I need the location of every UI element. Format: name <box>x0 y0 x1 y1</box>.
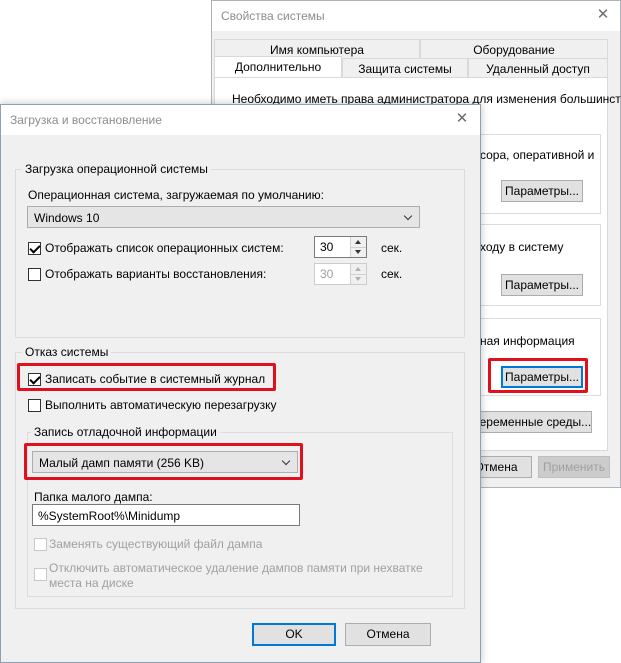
system-properties-titlebar: Свойства системы ✕ <box>212 1 620 31</box>
cancel-button[interactable]: Отмена <box>345 623 431 646</box>
show-os-list-seconds-value: 30 <box>320 240 334 254</box>
close-icon[interactable]: ✕ <box>593 6 613 24</box>
debug-info-group-label: Запись отладочной информации <box>31 425 220 439</box>
user-profiles-settings-button[interactable]: Параметры... <box>501 274 583 296</box>
disable-autodelete-label-line2[interactable]: места на диске <box>49 576 134 590</box>
overwrite-dump-checkbox[interactable] <box>34 538 47 551</box>
tab-remote-access-label: Удаленный доступ <box>486 62 590 76</box>
ok-button[interactable]: OK <box>252 623 336 646</box>
show-os-list-seconds-spinner[interactable]: 30 <box>314 236 367 258</box>
os-startup-group-label: Загрузка операционной системы <box>22 162 211 176</box>
startup-recovery-titlebar: Загрузка и восстановление ✕ <box>1 105 480 135</box>
show-os-list-label[interactable]: Отображать список операционных систем: <box>45 241 284 255</box>
tab-advanced-label: Дополнительно <box>234 60 322 74</box>
user-profiles-description: ходу в систему <box>480 240 564 254</box>
seconds-unit-label: сек. <box>381 267 403 281</box>
dump-type-value: Малый дамп памяти (256 KB) <box>39 456 205 470</box>
cancel-label: Отмена <box>366 627 410 641</box>
chevron-down-icon <box>403 211 413 221</box>
disable-autodelete-checkbox[interactable] <box>34 568 47 581</box>
show-recovery-seconds-value: 30 <box>320 267 334 281</box>
performance-settings-label: Параметры... <box>505 184 579 198</box>
tab-hardware[interactable]: Оборудование <box>420 39 608 58</box>
startup-recovery-settings-button[interactable]: Параметры... <box>501 366 583 388</box>
startup-recovery-title: Загрузка и восстановление <box>10 113 162 127</box>
dump-type-select[interactable]: Малый дамп памяти (256 KB) <box>32 451 298 473</box>
dump-folder-value: %SystemRoot%\Minidump <box>38 509 181 523</box>
spin-down-icon[interactable] <box>355 277 361 281</box>
performance-settings-button[interactable]: Параметры... <box>501 180 583 202</box>
checkmark-icon <box>29 373 41 385</box>
system-properties-title: Свойства системы <box>221 9 325 23</box>
dump-folder-label: Папка малого дампа: <box>34 490 153 504</box>
tab-computer-name-label: Имя компьютера <box>270 43 364 57</box>
show-os-list-checkbox[interactable] <box>28 242 41 255</box>
show-recovery-seconds-spinner[interactable]: 30 <box>314 263 367 285</box>
environment-variables-button[interactable]: Переменные среды... <box>470 411 592 433</box>
auto-restart-checkbox[interactable] <box>28 399 41 412</box>
dump-folder-input[interactable]: %SystemRoot%\Minidump <box>32 504 300 526</box>
write-event-label[interactable]: Записать событие в системный журнал <box>45 372 265 386</box>
spin-up-icon[interactable] <box>355 267 361 271</box>
tab-remote-access[interactable]: Удаленный доступ <box>468 58 608 78</box>
auto-restart-label[interactable]: Выполнить автоматическую перезагрузку <box>45 398 277 412</box>
disable-autodelete-label-line1[interactable]: Отключить автоматическое удаление дампов… <box>49 561 423 575</box>
apply-label: Применить <box>542 460 605 474</box>
performance-description: сора, оперативной и <box>480 148 595 162</box>
close-icon[interactable]: ✕ <box>452 110 472 128</box>
ok-label: OK <box>285 627 303 641</box>
spinner-buttons[interactable] <box>350 264 366 284</box>
startup-recovery-description: ная информация <box>480 334 575 348</box>
default-os-value: Windows 10 <box>34 211 100 225</box>
tab-hardware-label: Оборудование <box>473 43 555 57</box>
environment-variables-label: Переменные среды... <box>471 415 592 429</box>
overwrite-dump-label[interactable]: Заменять существующий файл дампа <box>49 537 262 551</box>
spinner-buttons[interactable] <box>350 237 366 257</box>
spin-down-icon[interactable] <box>355 250 361 254</box>
seconds-unit-label: сек. <box>381 241 403 255</box>
tab-system-protection-label: Защита системы <box>358 62 452 76</box>
tab-system-protection[interactable]: Защита системы <box>342 58 468 78</box>
chevron-down-icon <box>281 456 291 466</box>
spin-up-icon[interactable] <box>355 240 361 244</box>
checkmark-icon <box>29 242 41 254</box>
write-event-checkbox[interactable] <box>28 373 41 386</box>
spinner-divider <box>351 274 366 275</box>
startup-recovery-dialog: Загрузка и восстановление ✕ Загрузка опе… <box>0 104 481 663</box>
apply-button[interactable]: Применить <box>538 456 610 478</box>
user-profiles-settings-label: Параметры... <box>505 278 579 292</box>
default-os-select[interactable]: Windows 10 <box>27 206 420 228</box>
show-recovery-label[interactable]: Отображать варианты восстановления: <box>45 267 266 281</box>
startup-recovery-settings-label: Параметры... <box>505 370 579 384</box>
default-os-label: Операционная система, загружаемая по умо… <box>28 188 324 202</box>
system-failure-group-label: Отказ системы <box>22 345 112 359</box>
spinner-divider <box>351 247 366 248</box>
show-recovery-checkbox[interactable] <box>28 268 41 281</box>
